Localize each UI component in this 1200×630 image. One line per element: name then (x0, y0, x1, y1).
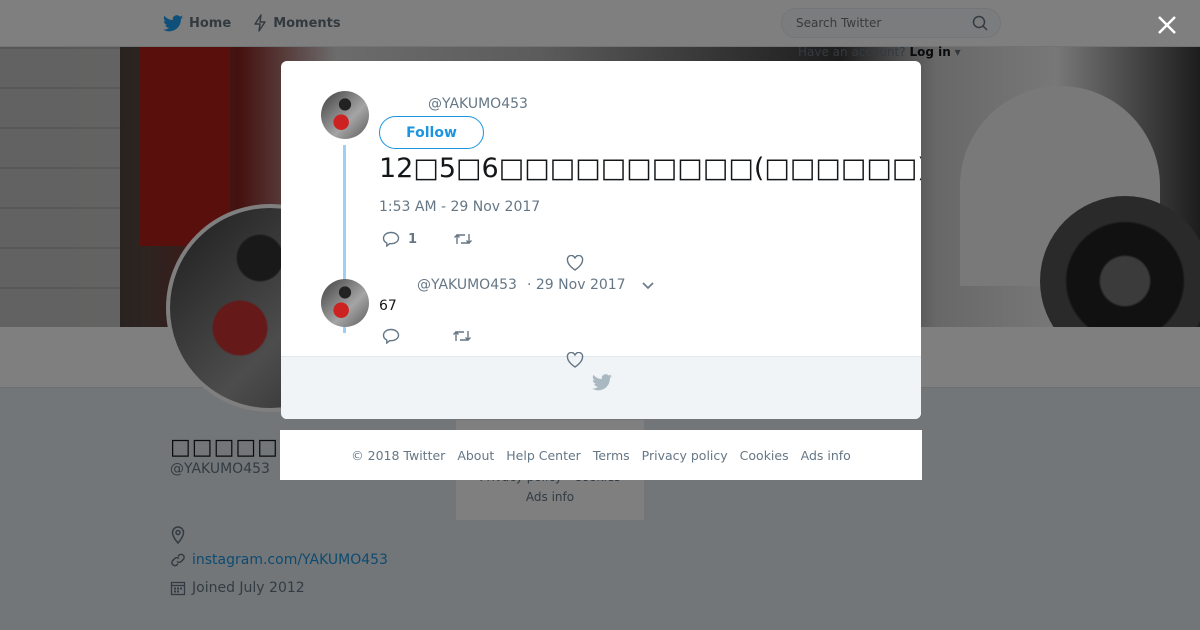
tweet-modal: @YAKUMO453 Follow 12□5□6□□□□□□□□□□(□□□□□… (281, 61, 921, 419)
like-button[interactable] (566, 254, 584, 275)
reply-tweet-like-button[interactable] (566, 351, 584, 372)
twitter-bird-icon (592, 374, 612, 391)
follow-button[interactable]: Follow (379, 116, 484, 149)
reply-tweet-date[interactable]: · 29 Nov 2017 (527, 277, 626, 293)
main-tweet-timestamp[interactable]: 1:53 AM - 29 Nov 2017 (379, 199, 540, 215)
footer-copyright: © 2018 Twitter (351, 447, 446, 463)
reply-icon (382, 231, 400, 247)
reply-tweet-reply-button[interactable] (382, 328, 400, 344)
footer-link-privacy-policy[interactable]: Privacy policy (642, 448, 728, 463)
reply-tweet-text: 67 (379, 298, 397, 314)
footer-link-ads-info[interactable]: Ads info (801, 448, 851, 463)
reply-tweet-handle[interactable]: @YAKUMO453 (417, 277, 517, 293)
reply-icon (382, 328, 400, 344)
main-tweet-handle[interactable]: @YAKUMO453 (428, 96, 528, 112)
reply-tweet-actions (382, 328, 472, 344)
retweet-button[interactable] (453, 232, 473, 246)
twitter-logo (592, 374, 612, 395)
tweet-options-button[interactable] (641, 276, 655, 295)
footer-link-terms[interactable]: Terms (593, 448, 630, 463)
chevron-down-icon (642, 282, 654, 290)
heart-icon (566, 254, 584, 271)
reply-button[interactable]: 1 (382, 231, 417, 247)
reply-count: 1 (408, 231, 418, 247)
heart-icon (566, 351, 584, 368)
footer-link-about[interactable]: About (457, 448, 494, 463)
main-tweet-text: 12□5□6□□□□□□□□□□(□□□□□□)□□□□□□□□□ (379, 153, 921, 184)
retweet-icon (454, 234, 473, 244)
footer-link-help-center[interactable]: Help Center (506, 448, 581, 463)
reply-tweet-retweet-button[interactable] (452, 329, 472, 343)
close-modal-button[interactable] (1152, 10, 1182, 40)
main-tweet-avatar[interactable] (321, 91, 369, 139)
retweet-icon (453, 331, 471, 341)
footer-link-cookies[interactable]: Cookies (740, 448, 789, 463)
main-tweet-actions: 1 (382, 231, 473, 247)
close-icon (1158, 16, 1176, 34)
site-footer: © 2018 Twitter About Help Center Terms P… (280, 430, 922, 480)
reply-tweet-avatar[interactable] (321, 279, 369, 327)
